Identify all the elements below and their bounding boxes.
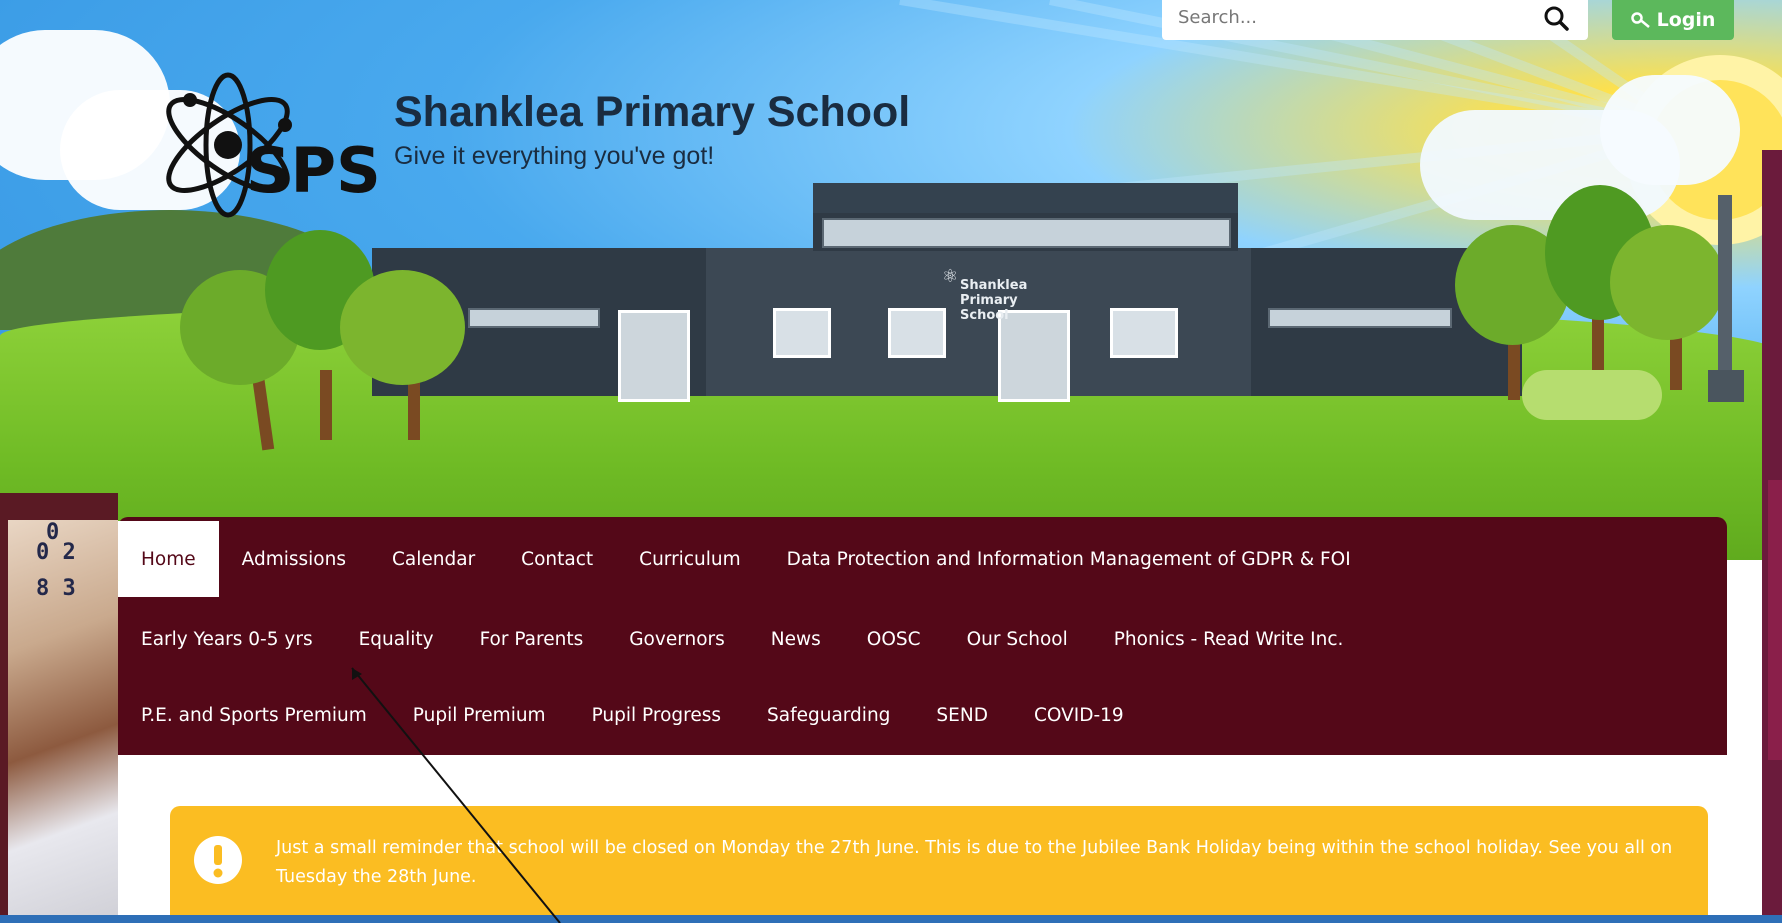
search-icon — [1544, 6, 1569, 31]
nav-item-send[interactable]: SEND — [913, 677, 1011, 753]
alert-banner: Just a small reminder that school will b… — [170, 806, 1708, 923]
monument — [1708, 370, 1744, 402]
nav-item-safeguarding[interactable]: Safeguarding — [744, 677, 913, 753]
photo-digit: 8 3 — [36, 576, 76, 601]
door — [618, 310, 690, 402]
nav-item-pe-sports-premium[interactable]: P.E. and Sports Premium — [118, 677, 390, 753]
nav-item-admissions[interactable]: Admissions — [219, 521, 369, 597]
nav-item-early-years[interactable]: Early Years 0-5 yrs — [118, 601, 336, 677]
nav-row: Early Years 0-5 yrs Equality For Parents… — [118, 601, 1366, 677]
logo-text: SPS — [246, 134, 380, 207]
key-icon — [1630, 12, 1650, 28]
window — [468, 308, 600, 328]
page-title: Shanklea Primary School — [394, 88, 911, 136]
building-sign: Shanklea Primary School — [960, 278, 1028, 323]
window — [888, 308, 946, 358]
page-tagline: Give it everything you've got! — [394, 142, 715, 170]
nav-item-for-parents[interactable]: For Parents — [457, 601, 607, 677]
flower-bush — [1522, 370, 1662, 420]
door — [998, 310, 1070, 402]
right-decor-strip — [1768, 480, 1782, 760]
window — [773, 308, 831, 358]
tree — [320, 370, 332, 440]
search-input[interactable] — [1178, 0, 1508, 34]
tree — [1610, 225, 1725, 340]
header-banner: ⚛ Shanklea Primary School SPS Shanklea P… — [0, 0, 1782, 560]
login-button[interactable]: Login — [1612, 0, 1734, 40]
school-logo: SPS — [166, 72, 380, 218]
window — [1110, 308, 1178, 358]
bottom-bar — [0, 915, 1782, 923]
nav-item-news[interactable]: News — [748, 601, 844, 677]
search-button[interactable] — [1532, 0, 1580, 36]
nav-item-our-school[interactable]: Our School — [944, 601, 1091, 677]
nav-item-oosc[interactable]: OOSC — [844, 601, 944, 677]
nav-item-phonics[interactable]: Phonics - Read Write Inc. — [1091, 601, 1367, 677]
nav-row: P.E. and Sports Premium Pupil Premium Pu… — [118, 677, 1147, 753]
search-bar — [1162, 0, 1588, 40]
nav-item-equality[interactable]: Equality — [336, 601, 457, 677]
main-nav: Home Admissions Calendar Contact Curricu… — [118, 517, 1727, 755]
window — [1268, 308, 1452, 328]
tree — [340, 270, 465, 385]
nav-item-curriculum[interactable]: Curriculum — [616, 521, 763, 597]
page: ⚛ Shanklea Primary School SPS Shanklea P… — [0, 0, 1782, 923]
alert-message: Just a small reminder that school will b… — [276, 838, 1673, 887]
classroom-photo: 0 0 2 8 3 — [8, 520, 118, 923]
nav-item-home[interactable]: Home — [118, 521, 219, 597]
nav-item-calendar[interactable]: Calendar — [369, 521, 498, 597]
nav-item-pupil-premium[interactable]: Pupil Premium — [390, 677, 569, 753]
nav-row: Home Admissions Calendar Contact Curricu… — [118, 521, 1374, 597]
exclamation-icon — [194, 836, 242, 884]
login-label: Login — [1656, 9, 1716, 31]
nav-item-covid-19[interactable]: COVID-19 — [1011, 677, 1147, 753]
nav-item-pupil-progress[interactable]: Pupil Progress — [569, 677, 744, 753]
nav-item-data-protection[interactable]: Data Protection and Information Manageme… — [764, 521, 1374, 597]
building-logo-icon: ⚛ — [942, 266, 959, 287]
nav-item-contact[interactable]: Contact — [498, 521, 616, 597]
nav-item-governors[interactable]: Governors — [606, 601, 748, 677]
cloud — [1600, 75, 1740, 185]
photo-digit: 0 2 — [36, 540, 76, 565]
window — [822, 218, 1231, 248]
